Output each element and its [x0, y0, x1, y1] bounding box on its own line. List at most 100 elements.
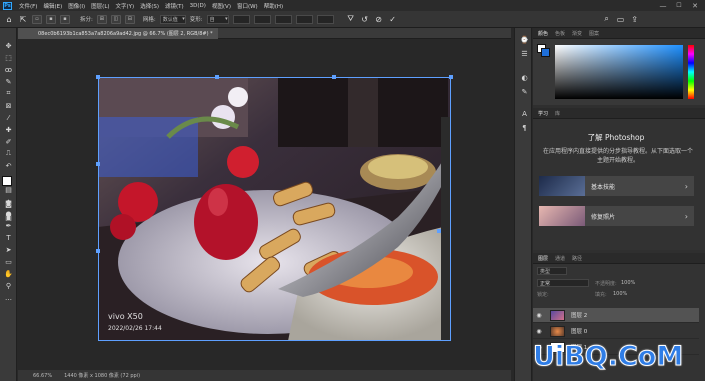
zoom-tool-icon[interactable]: ⚲ [3, 280, 14, 291]
canvas-area[interactable]: vivo X50 2022/02/26 17:44 [18, 39, 511, 370]
screen-mode-icon[interactable]: ▣ [3, 212, 14, 223]
share-icon[interactable]: ⇪ [630, 14, 640, 24]
layer-row-2[interactable]: ◉ 图层 2 [533, 308, 699, 323]
food-photo[interactable]: vivo X50 2022/02/26 17:44 [98, 77, 451, 341]
hand-tool-icon[interactable]: ✋ [3, 268, 14, 279]
marquee-tool-icon[interactable]: ⬚ [3, 52, 14, 63]
warp-handle[interactable] [96, 249, 100, 253]
split-horizontal-icon[interactable]: ⊟ [124, 14, 135, 24]
type-tool-icon[interactable]: T [3, 232, 14, 243]
opacity-value[interactable]: 100% [621, 280, 635, 286]
warp-handle[interactable] [332, 75, 336, 79]
reset-icon[interactable]: ↺ [360, 14, 370, 24]
split-vertical-icon[interactable]: ◫ [110, 14, 121, 24]
hue-slider[interactable] [688, 45, 694, 99]
chevron-down-icon: ▾ [182, 16, 185, 22]
layer-row-0[interactable]: ◉ 图层 0 [533, 324, 699, 339]
tab-channels[interactable]: 通道 [555, 255, 565, 262]
crop-tool-icon[interactable]: ⌗ [3, 88, 14, 99]
warp-handle[interactable] [215, 75, 219, 79]
eyedropper-tool-icon[interactable]: ⁄ [3, 112, 14, 123]
photoshop-logo-icon[interactable]: Ps [3, 1, 12, 10]
menu-filter[interactable]: 滤镜(T) [162, 2, 187, 10]
warp-handle[interactable] [96, 162, 100, 166]
blend-mode-select[interactable]: 正常 [537, 279, 589, 287]
workspace-icon[interactable]: ▭ [616, 14, 626, 24]
document-tab-bar: 08ec0b6193b1ca853a7a8206a9ad42.jpg @ 66.… [18, 28, 511, 39]
warp-handle[interactable] [437, 229, 441, 233]
tab-gradients[interactable]: 渐变 [572, 30, 582, 37]
menu-type[interactable]: 文字(Y) [113, 2, 138, 10]
color-field[interactable] [555, 45, 683, 99]
brush-panel-icon[interactable]: ✎ [519, 86, 530, 97]
warp-handle[interactable] [449, 75, 453, 79]
panel-icon-strip: ⌚ ☰ ◐ ✎ A ¶ [514, 28, 532, 381]
tab-color[interactable]: 颜色 [538, 30, 548, 37]
tab-patterns[interactable]: 图案 [589, 30, 599, 37]
lasso-tool-icon[interactable]: ꝏ [3, 64, 14, 75]
menu-image[interactable]: 图像(I) [65, 2, 88, 10]
warp-mode-icon[interactable]: ⛛ [346, 14, 356, 24]
zoom-level[interactable]: 66.67% [33, 373, 52, 379]
frame-tool-icon[interactable]: ⊠ [3, 100, 14, 111]
more-tools-icon[interactable]: … [3, 292, 14, 303]
adjustments-panel-icon[interactable]: ◐ [519, 72, 530, 83]
quick-mask-icon[interactable]: ◙ [3, 198, 14, 209]
layer-filter-select[interactable]: 类型 [537, 267, 567, 275]
move-tool-icon[interactable]: ✥ [3, 40, 14, 51]
tab-learn[interactable]: 学习 [538, 110, 548, 117]
fill-value[interactable]: 100% [613, 291, 627, 297]
menu-3d[interactable]: 3D(D) [187, 3, 209, 9]
history-panel-icon[interactable]: ⌚ [519, 34, 530, 45]
menu-help[interactable]: 帮助(H) [261, 2, 286, 10]
tab-swatches[interactable]: 色板 [555, 30, 565, 37]
warp-param-2[interactable] [253, 14, 271, 24]
tool-preset-icon[interactable]: ⇱ [18, 14, 28, 24]
eye-icon[interactable]: ◉ [533, 312, 545, 319]
menu-edit[interactable]: 编辑(E) [40, 2, 65, 10]
properties-panel-icon[interactable]: ☰ [519, 48, 530, 59]
grid-select[interactable]: 数认值 ▾ [159, 14, 186, 24]
search-icon[interactable]: ⌕ [602, 14, 612, 24]
foreground-color-swatch[interactable] [2, 176, 12, 186]
option-toggle-1[interactable]: ▪ [46, 14, 56, 24]
healing-brush-tool-icon[interactable]: ✚ [3, 124, 14, 135]
maximize-button[interactable]: ☐ [671, 0, 687, 11]
rectangle-tool-icon[interactable]: ▭ [3, 256, 14, 267]
commit-transform-button[interactable]: ✓ [388, 14, 398, 24]
warp-select[interactable]: 自 ▾ [206, 14, 229, 24]
history-brush-tool-icon[interactable]: ↶ [3, 160, 14, 171]
close-window-button[interactable]: ✕ [687, 0, 703, 11]
option-toggle-2[interactable]: ▪ [60, 14, 70, 24]
split-cross-icon[interactable]: ⊞ [96, 14, 107, 24]
tab-libraries[interactable]: 库 [555, 110, 560, 117]
clone-stamp-tool-icon[interactable]: ⎍ [3, 148, 14, 159]
menu-file[interactable]: 文件(F) [16, 2, 40, 10]
tab-layers[interactable]: 图层 [538, 255, 548, 262]
document-tab[interactable]: 08ec0b6193b1ca853a7a8206a9ad42.jpg @ 66.… [18, 28, 218, 39]
learn-card-fix-photo[interactable]: 修复照片 › [539, 206, 694, 226]
tab-paths[interactable]: 路径 [572, 255, 582, 262]
color-panel [533, 39, 705, 105]
menu-layer[interactable]: 图层(L) [88, 2, 112, 10]
warp-param-4[interactable] [295, 14, 313, 24]
menu-window[interactable]: 窗口(W) [234, 2, 261, 10]
path-select-tool-icon[interactable]: ➤ [3, 244, 14, 255]
home-icon[interactable]: ⌂ [4, 14, 14, 24]
reference-point-icon[interactable]: ▫ [32, 14, 42, 24]
minimize-button[interactable]: — [655, 0, 671, 11]
menu-select[interactable]: 选择(S) [137, 2, 162, 10]
warp-handle[interactable] [96, 75, 100, 79]
paragraph-panel-icon[interactable]: ¶ [519, 122, 530, 133]
learn-card-basics[interactable]: 基本技能 › [539, 176, 694, 196]
eye-icon[interactable]: ◉ [533, 328, 545, 335]
warp-param-3[interactable] [274, 14, 292, 24]
warp-param-5[interactable] [316, 14, 334, 24]
cancel-transform-button[interactable]: ⊘ [374, 14, 384, 24]
menu-view[interactable]: 视图(V) [209, 2, 234, 10]
character-panel-icon[interactable]: A [519, 108, 530, 119]
quick-select-tool-icon[interactable]: ✎ [3, 76, 14, 87]
warp-param-1[interactable] [232, 14, 250, 24]
brush-tool-icon[interactable]: ✐ [3, 136, 14, 147]
bg-color-chip[interactable] [541, 48, 550, 57]
